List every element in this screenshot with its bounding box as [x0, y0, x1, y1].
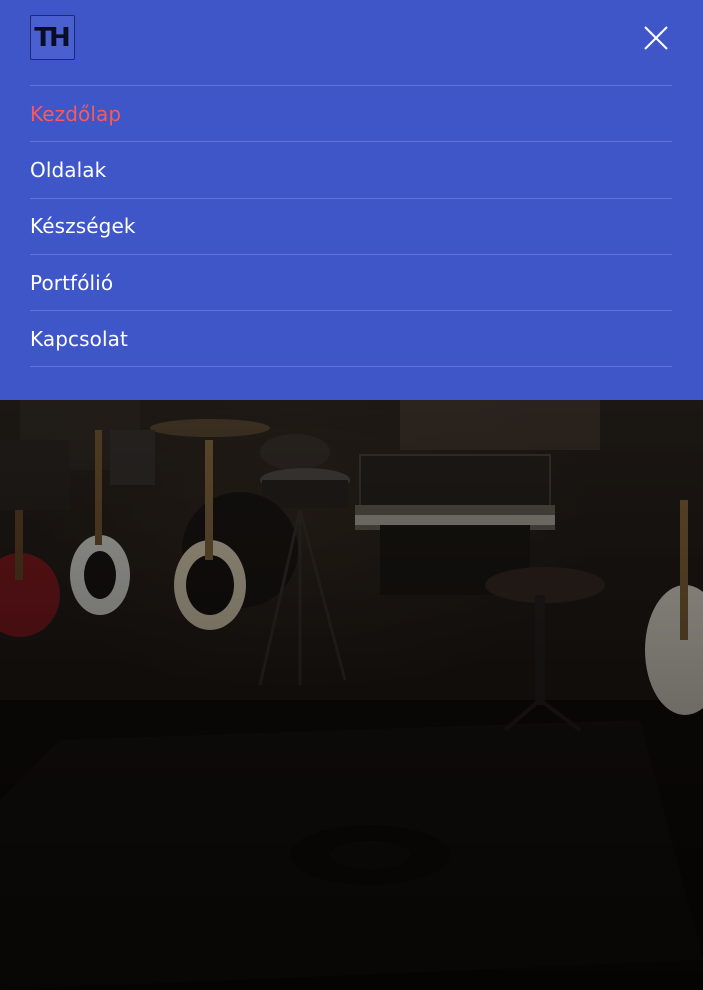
nav-item-contact[interactable]: Kapcsolat — [30, 311, 672, 368]
studio-illustration — [0, 400, 703, 990]
close-icon — [644, 26, 668, 50]
nav-item-skills[interactable]: Készségek — [30, 199, 672, 255]
site-logo[interactable]: TH — [30, 15, 75, 60]
close-menu-button[interactable] — [643, 24, 669, 52]
nav-item-label: Kapcsolat — [30, 326, 128, 351]
nav-item-label: Készségek — [30, 214, 136, 239]
nav-menu: Kezdőlap Oldalak Készségek Portfólió Kap… — [30, 85, 672, 368]
nav-item-label: Kezdőlap — [30, 101, 122, 126]
mobile-nav-panel: TH Kezdőlap Oldalak Készségek Portfólió … — [0, 0, 703, 400]
hero-background-image — [0, 400, 703, 990]
logo-text: TH — [34, 22, 71, 53]
nav-item-portfolio[interactable]: Portfólió — [30, 255, 672, 312]
nav-item-label: Portfólió — [30, 270, 114, 295]
nav-item-label: Oldalak — [30, 157, 107, 182]
nav-item-pages[interactable]: Oldalak — [30, 142, 672, 199]
nav-item-home[interactable]: Kezdőlap — [30, 86, 672, 143]
